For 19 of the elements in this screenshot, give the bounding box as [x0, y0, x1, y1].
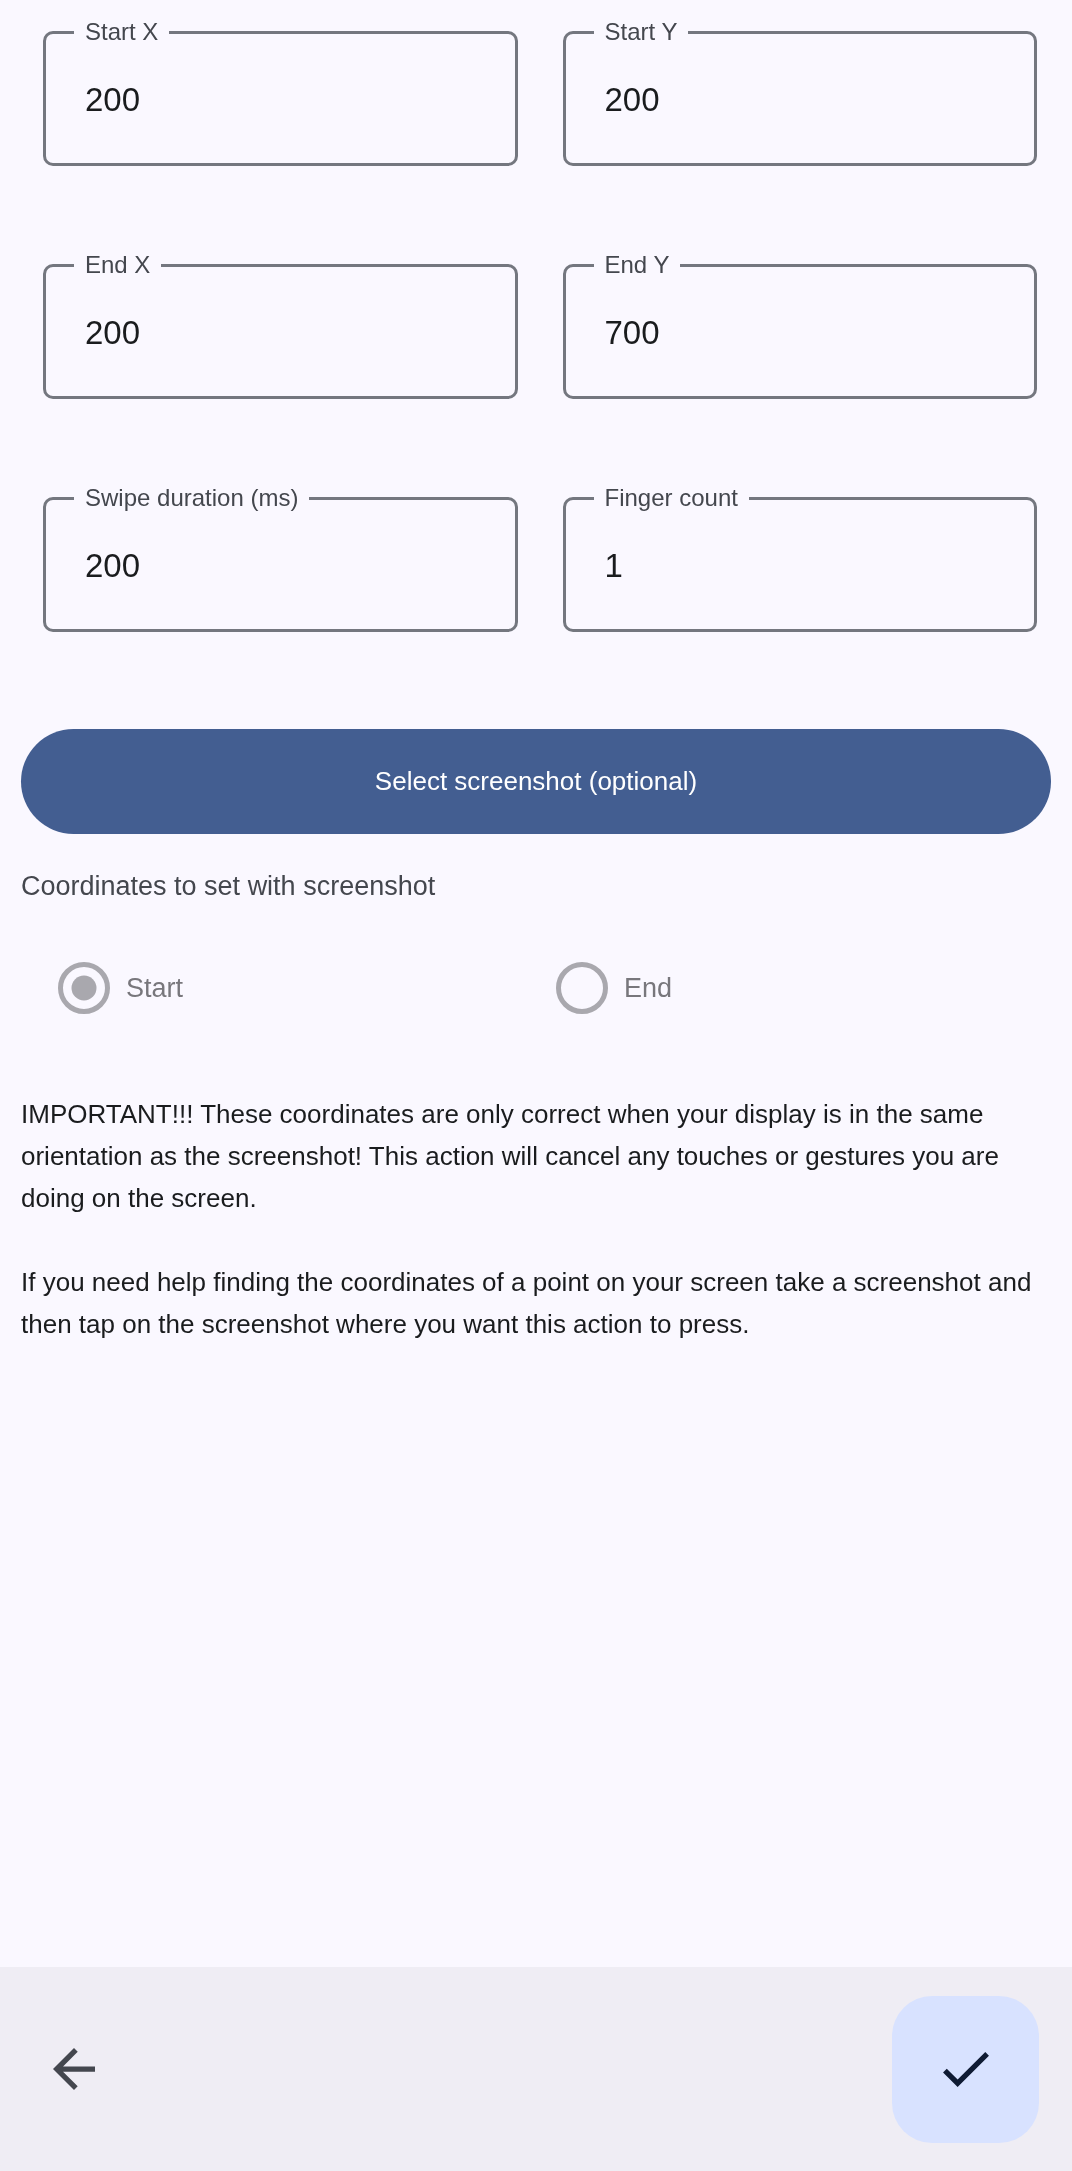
field-label: End Y: [603, 252, 671, 278]
field-label: Finger count: [603, 485, 739, 511]
input-field[interactable]: 200: [74, 45, 487, 163]
input-field[interactable]: 1: [593, 511, 1006, 629]
input-field[interactable]: 200: [74, 511, 487, 629]
select-screenshot-button[interactable]: Select screenshot (optional): [21, 729, 1051, 834]
note-text: IMPORTANT!!! These coordinates are only correct when your display is in the same orientation as the screenshot! This action will cancel any touches or gestures you are doing on the screen.: [21, 1098, 1000, 1215]
back-button[interactable]: [53, 2048, 95, 2090]
field-label: Start X: [84, 19, 160, 45]
back-arrow-icon: [53, 2048, 95, 2090]
radio-group-label: Coordinates to set with screenshot: [21, 870, 436, 903]
input-field[interactable]: 200: [593, 45, 1006, 163]
check-icon: [942, 2051, 989, 2087]
field-label: Swipe duration (ms): [84, 485, 300, 511]
field-label: End X: [84, 252, 152, 278]
note-text: If you need help finding the coordinates of a point on your screen take a screenshot and then tap on the screenshot where you want this action to press.: [21, 1266, 1033, 1341]
field-label: Start Y: [603, 19, 679, 45]
input-field[interactable]: 700: [593, 278, 1006, 396]
input-field[interactable]: 200: [74, 278, 487, 396]
